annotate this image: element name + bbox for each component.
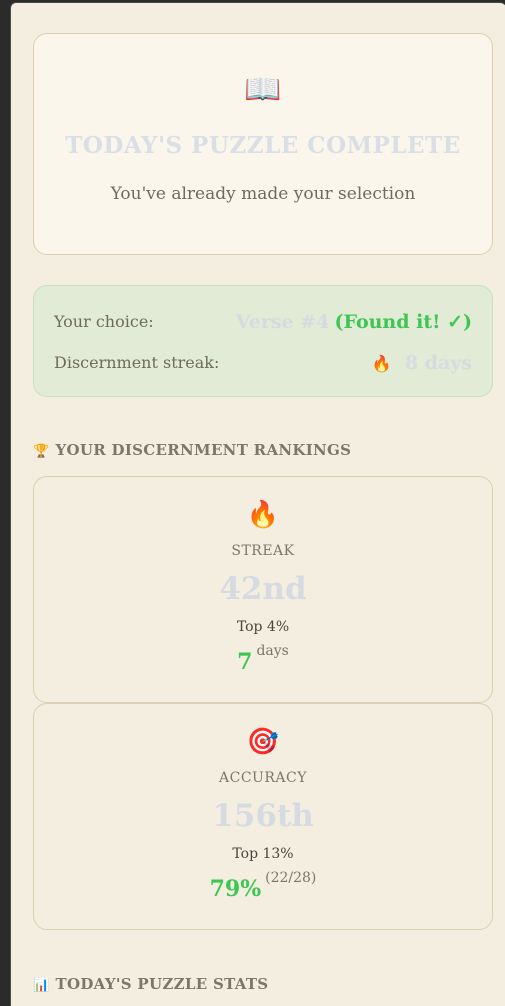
- choice-verse: Verse #4: [235, 311, 330, 333]
- choice-result: (Found it! ✓): [334, 311, 473, 333]
- ranking-place: 156th: [212, 798, 314, 834]
- choice-label: Your choice:: [54, 312, 154, 331]
- streak-label: Discernment streak:: [54, 353, 220, 372]
- ranking-name: STREAK: [231, 543, 295, 559]
- puzzle-complete-card: 📖 TODAY'S PUZZLE COMPLETE You've already…: [33, 33, 493, 255]
- ranking-name: ACCURACY: [219, 770, 307, 786]
- choice-summary-card: Your choice: Verse #4 (Found it! ✓) Disc…: [33, 285, 493, 397]
- metric-suffix: days: [256, 643, 289, 659]
- rankings-header: 🏆 YOUR DISCERNMENT RANKINGS: [33, 441, 351, 459]
- puzzle-stats-header: 📊 TODAY'S PUZZLE STATS: [33, 975, 268, 993]
- ranking-percentile: Top 4%: [236, 619, 290, 635]
- puzzle-panel: 📖 TODAY'S PUZZLE COMPLETE You've already…: [10, 2, 505, 1006]
- complete-subtitle: You've already made your selection: [110, 184, 416, 204]
- complete-title: TODAY'S PUZZLE COMPLETE: [65, 132, 461, 159]
- metric-value: 7: [237, 649, 253, 675]
- open-book-icon: 📖: [244, 72, 282, 107]
- trophy-icon: 🏆: [33, 444, 50, 459]
- metric-value: 79%: [209, 876, 262, 902]
- choice-value: Verse #4 (Found it! ✓): [236, 308, 472, 337]
- streak-value: 8 days: [404, 352, 472, 374]
- ranking-place: 42nd: [219, 571, 307, 607]
- puzzle-stats-header-label: TODAY'S PUZZLE STATS: [55, 975, 269, 993]
- target-icon: 🎯: [246, 727, 280, 757]
- streak-value-group: 🔥 8 days: [372, 349, 472, 378]
- ranking-card-streak: 🔥 STREAK 42nd Top 4% 7 days: [33, 476, 493, 703]
- ranking-card-accuracy: 🎯 ACCURACY 156th Top 13% 79% (22/28): [33, 703, 493, 930]
- metric-suffix: (22/28): [265, 870, 317, 886]
- ranking-percentile: Top 13%: [232, 846, 294, 862]
- rankings-header-label: YOUR DISCERNMENT RANKINGS: [55, 441, 352, 459]
- bar-chart-icon: 📊: [33, 978, 50, 993]
- fire-icon: 🔥: [371, 354, 392, 373]
- choice-row: Your choice: Verse #4 (Found it! ✓): [54, 308, 472, 336]
- ranking-metric: 7 days: [34, 643, 492, 675]
- streak-row: Discernment streak: 🔥 8 days: [54, 349, 472, 377]
- ranking-metric: 79% (22/28): [34, 870, 492, 902]
- fire-icon: 🔥: [246, 500, 280, 530]
